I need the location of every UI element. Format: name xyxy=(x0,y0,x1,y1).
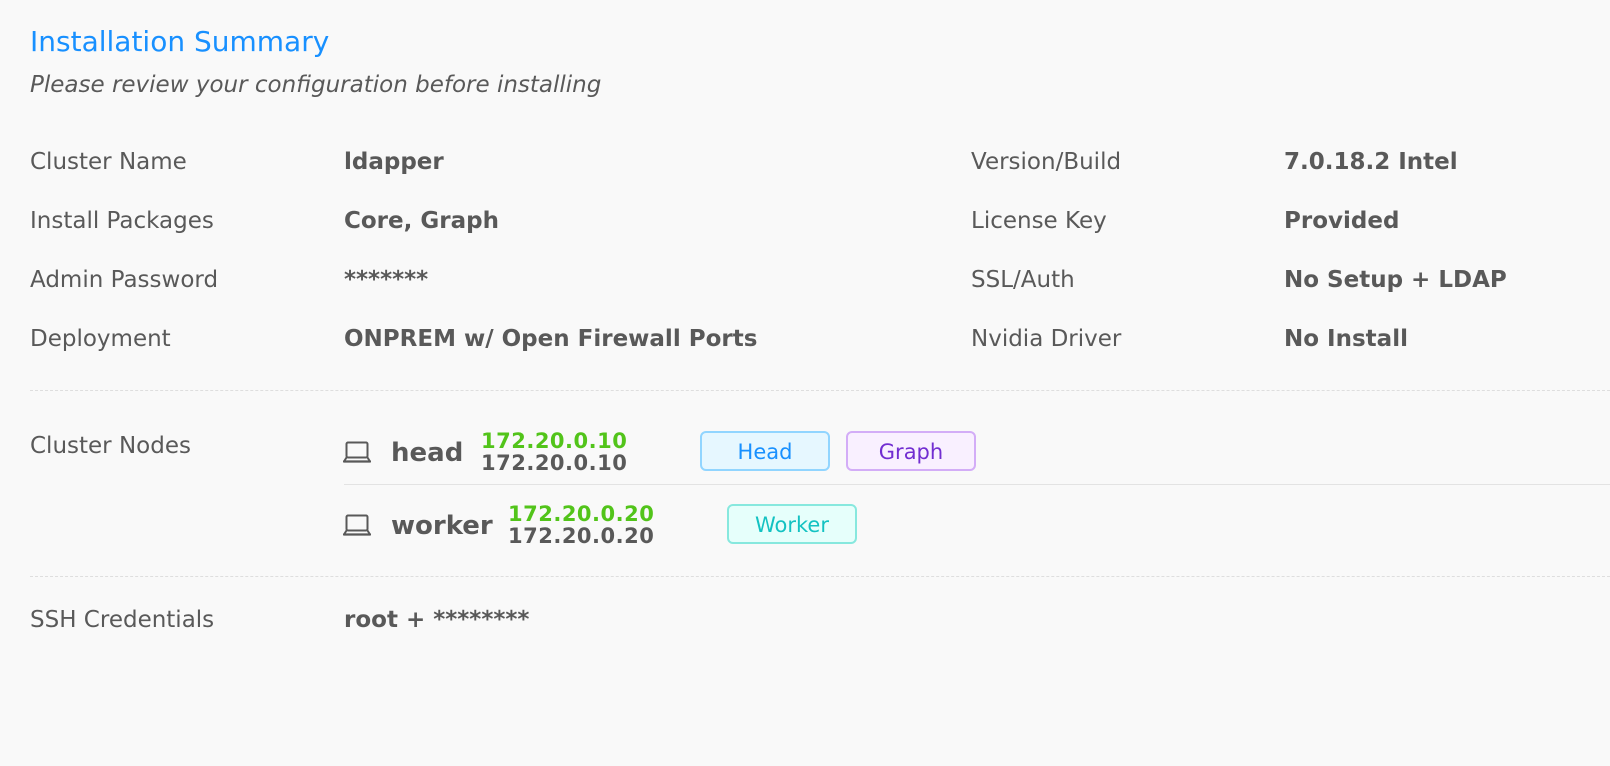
node-separator xyxy=(344,484,1610,485)
ssh-credentials-label: SSH Credentials xyxy=(30,607,215,633)
cluster-nodes-label: Cluster Nodes xyxy=(30,433,191,459)
tag-worker: Worker xyxy=(727,504,857,544)
page-title: Installation Summary xyxy=(30,25,330,58)
cluster-name-label: Cluster Name xyxy=(30,149,187,175)
node-public-ip-head: 172.20.0.10 xyxy=(481,429,628,453)
nvidia-driver-value: No Install xyxy=(1284,326,1408,352)
page-subtitle: Please review your configuration before … xyxy=(30,72,602,98)
version-build-label: Version/Build xyxy=(971,149,1122,175)
version-build-value: 7.0.18.2 Intel xyxy=(1284,149,1458,175)
nvidia-driver-label: Nvidia Driver xyxy=(971,326,1122,352)
deployment-value: ONPREM w/ Open Firewall Ports xyxy=(344,326,758,352)
install-packages-value: Core, Graph xyxy=(344,208,499,234)
installation-summary-page: Installation Summary Please review your … xyxy=(0,0,1610,766)
section-divider xyxy=(30,576,1610,577)
node-private-ip-worker: 172.20.0.20 xyxy=(508,524,655,548)
deployment-label: Deployment xyxy=(30,326,171,352)
node-public-ip-worker: 172.20.0.20 xyxy=(508,502,655,526)
laptop-icon xyxy=(342,513,372,539)
license-key-label: License Key xyxy=(971,208,1107,234)
admin-password-label: Admin Password xyxy=(30,267,219,293)
cluster-name-value: ldapper xyxy=(344,149,444,175)
section-divider xyxy=(30,390,1610,391)
ssl-auth-value: No Setup + LDAP xyxy=(1284,267,1507,293)
node-name-head: head xyxy=(391,438,464,468)
tag-graph: Graph xyxy=(846,431,976,471)
license-key-value: Provided xyxy=(1284,208,1400,234)
node-private-ip-head: 172.20.0.10 xyxy=(481,451,628,475)
admin-password-value: ******* xyxy=(344,267,429,293)
install-packages-label: Install Packages xyxy=(30,208,214,234)
tag-head: Head xyxy=(700,431,830,471)
ssh-credentials-value: root + ******** xyxy=(344,607,530,633)
ssl-auth-label: SSL/Auth xyxy=(971,267,1075,293)
node-name-worker: worker xyxy=(391,511,493,541)
laptop-icon xyxy=(342,440,372,466)
